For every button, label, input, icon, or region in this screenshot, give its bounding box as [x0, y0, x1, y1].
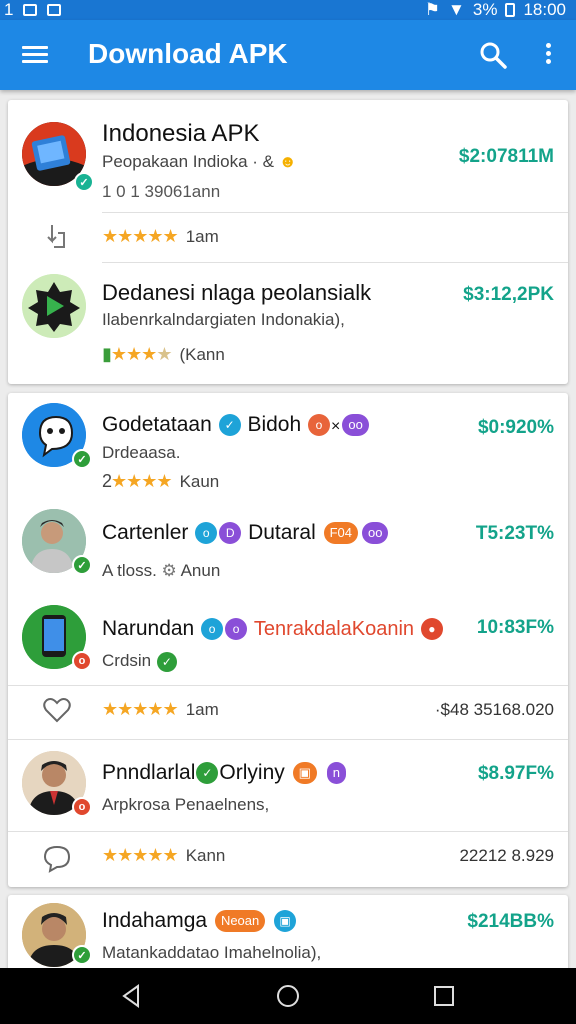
battery-green-icon: ▮	[102, 344, 112, 364]
badge-orange-icon: o	[308, 414, 331, 437]
badge-green-icon: ✓	[196, 762, 219, 785]
search-icon[interactable]	[478, 40, 508, 70]
orange-pill: F04	[323, 522, 359, 545]
app-name: Narundan oo TenrakdalaKoanin ●	[102, 617, 444, 641]
badge-purple-icon: oo	[342, 414, 369, 437]
app-card-2: ✓ Godetataan ✓ Bidoh o × oo Drdeaasa. 2★★★…	[8, 393, 568, 887]
rating-stars: ★★★★★ 1am	[102, 699, 219, 719]
rating-text: Kann	[185, 846, 226, 865]
app-meta: A tloss. ⚙ Anun	[102, 561, 221, 580]
battery-text: 3%	[472, 0, 498, 19]
amount-text: ·$48 35168.020	[434, 700, 554, 719]
app-price: 10:83F%	[476, 617, 554, 638]
app-description: Arpkrosa Penaelnens,	[102, 795, 270, 814]
verified-badge-icon: ✓	[74, 172, 94, 192]
badge-purple-icon: o	[225, 618, 248, 641]
clock: 18:00	[523, 0, 566, 19]
badge-red-icon: ●	[420, 618, 443, 641]
home-icon[interactable]	[274, 982, 302, 1010]
app-name: Cartenler oD Dutaral F04 oo	[102, 521, 390, 545]
badge-blue-icon: ▣	[274, 910, 297, 933]
badge-orange-icon: ▣	[292, 762, 317, 785]
list-item[interactable]: o Narundan oo TenrakdalaKoanin ● Crdsin …	[8, 593, 568, 685]
rating-text: 1am	[185, 227, 219, 246]
rating-stars: ★★★★★ 1am	[102, 226, 219, 246]
image-notification-icon	[23, 4, 38, 16]
list-item[interactable]: ✓ Cartenler oD Dutaral F04 oo A tloss. ⚙ …	[8, 497, 568, 593]
divider	[8, 831, 568, 832]
rating-text: 1am	[185, 700, 219, 719]
app-description: Peopakaan Indioka · & ☻	[102, 152, 297, 171]
app-icon	[22, 274, 86, 338]
more-options-icon[interactable]	[540, 40, 556, 70]
status-bar: 1 ⚑ ▼ 3% 18:00	[0, 0, 576, 20]
app-description: Crdsin ✓	[102, 651, 178, 672]
page-title: Download APK	[88, 38, 288, 69]
rating-stars: ▮★★★★ (Kann	[102, 344, 225, 364]
verified-badge-icon: ✓	[72, 555, 92, 575]
heart-icon[interactable]	[42, 695, 72, 725]
rating-text: Kaun	[179, 472, 220, 491]
back-icon[interactable]	[118, 982, 146, 1010]
list-item[interactable]: ✓ Indahamga Neoan ▣ Matankaddatao Imahel…	[8, 895, 568, 975]
badge-blue-icon: o	[201, 618, 224, 641]
badge-purple-icon: oo	[362, 522, 389, 545]
badge-purple-icon: n	[326, 762, 346, 785]
amount-text: 22212 8.929	[459, 846, 554, 865]
list-item[interactable]: ✓ Godetataan ✓ Bidoh o × oo Drdeaasa. 2★★★…	[8, 393, 568, 495]
signal-icon: 1	[4, 0, 14, 19]
app-price: $8.97F%	[477, 763, 554, 784]
menu-icon[interactable]	[22, 42, 50, 68]
rating-stars: ★★★★★ Kann	[102, 845, 226, 865]
check-icon: ✓	[156, 651, 177, 672]
app-description: Matankaddatao Imahelnolia),	[102, 943, 322, 962]
app-meta: 1 0 1 39061ann	[102, 182, 221, 201]
verified-badge-icon: ✓	[72, 945, 92, 965]
app-price: $0:920%	[477, 417, 554, 438]
badge-purple-icon: D	[219, 522, 242, 545]
app-description: Drdeaasa.	[102, 443, 181, 462]
check-notification-icon	[47, 4, 62, 16]
wifi-icon: ▼	[448, 0, 465, 19]
app-price: T5:23T%	[475, 523, 554, 544]
emoji-icon: ☻	[278, 152, 297, 171]
rating-stars: 2★★★★ Kaun	[102, 471, 220, 491]
app-price: $2:07811M	[458, 146, 554, 167]
app-name: Pnndlarlal ✓ Orlyiny ▣ n	[102, 761, 348, 785]
app-name: Indonesia APK	[102, 120, 260, 147]
gear-icon: ⚙	[161, 561, 177, 580]
app-name: Godetataan ✓ Bidoh o × oo	[102, 413, 371, 437]
list-item[interactable]: ✓ Indonesia APK Peopakaan Indioka · & ☻ …	[8, 100, 568, 212]
app-bar: Download APK	[0, 20, 576, 90]
badge-blue-icon: o	[195, 522, 218, 545]
app-price: $3:12,2PK	[463, 284, 554, 305]
battery-icon	[505, 3, 516, 17]
comment-icon[interactable]	[42, 843, 72, 873]
app-name: Dedanesi nlaga peolansialk	[102, 280, 372, 305]
navigation-bar	[0, 968, 576, 1024]
divider	[8, 685, 568, 686]
list-item[interactable]: o Pnndlarlal ✓ Orlyiny ▣ n Arpkrosa Penael…	[8, 739, 568, 831]
app-description: Ilabenrkalndargiaten Indonakia),	[102, 310, 345, 329]
app-card-3: ✓ Indahamga Neoan ▣ Matankaddatao Imahel…	[8, 895, 568, 975]
recents-icon[interactable]	[430, 982, 458, 1010]
alert-badge-icon: o	[72, 797, 92, 817]
app-price: $214BB%	[467, 911, 554, 932]
app-card-1: ✓ Indonesia APK Peopakaan Indioka · & ☻ …	[8, 100, 568, 384]
app-name: Indahamga Neoan ▣	[102, 909, 297, 933]
status-left: 1	[4, 0, 62, 20]
orange-pill: Neoan	[214, 910, 266, 933]
verified-badge-icon: ✓	[72, 449, 92, 469]
status-right: ⚑ ▼ 3% 18:00	[425, 0, 566, 20]
list-item[interactable]: Dedanesi nlaga peolansialk Ilabenrkalnda…	[8, 262, 568, 384]
badge-blue-icon: ✓	[218, 414, 241, 437]
mute-icon: ⚑	[424, 0, 441, 19]
rating-text: (Kann	[179, 345, 225, 364]
alert-badge-icon: o	[72, 651, 92, 671]
divider	[102, 212, 568, 213]
download-icon[interactable]	[42, 221, 72, 251]
